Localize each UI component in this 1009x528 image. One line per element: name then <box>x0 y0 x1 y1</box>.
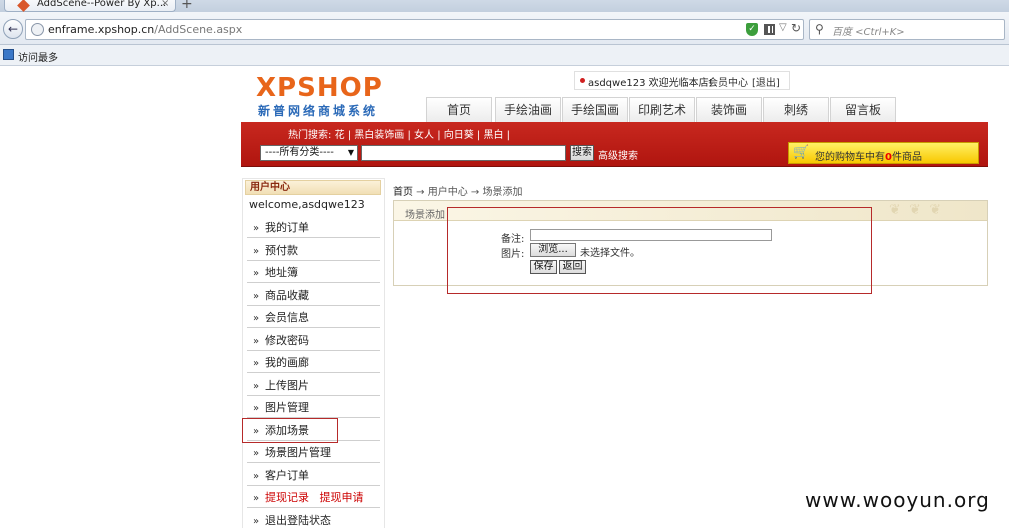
ornament-icon: ❦ ❦ ❦ <box>889 202 944 218</box>
tab-strip: AddScene--Power By Xp... × + <box>0 0 1009 12</box>
site-slogan: 新普网络商城系统 <box>258 104 379 118</box>
dropdown-arrow-icon[interactable]: ▽ <box>779 22 787 33</box>
logout-link[interactable]: [退出] <box>752 74 780 89</box>
site-logo[interactable]: XPSHOP <box>256 73 383 103</box>
sidebar-item-prepayment[interactable]: » 预付款 <box>247 241 380 261</box>
double-chevron-icon: » <box>252 336 260 347</box>
status-dot-icon <box>580 78 585 83</box>
cart-icon: 🛒 <box>793 145 810 160</box>
sidebar-item-gallery[interactable]: » 我的画廊 <box>247 353 380 373</box>
navigation-toolbar: ← enframe.xpshop.cn/AddScene.aspx ✓ ▽ ↻ … <box>0 12 1009 45</box>
sidebar-item-address-book[interactable]: » 地址簿 <box>247 263 380 283</box>
double-chevron-icon: » <box>252 448 260 459</box>
address-bar[interactable]: enframe.xpshop.cn/AddScene.aspx ✓ ▽ ↻ <box>25 19 804 40</box>
close-icon[interactable]: × <box>161 0 169 9</box>
cart-summary[interactable]: 🛒 您的购物车中有0件商品 <box>788 142 979 164</box>
arrow-left-icon: ← <box>7 22 19 36</box>
nav-tab-embroidery[interactable]: 刺绣 <box>763 97 829 122</box>
sidebar-item-change-password[interactable]: » 修改密码 <box>247 331 380 351</box>
nav-tab-home[interactable]: 首页 <box>426 97 492 122</box>
sidebar-item-member-info[interactable]: » 会员信息 <box>247 308 380 328</box>
folder-icon <box>3 49 14 60</box>
browser-tab[interactable]: AddScene--Power By Xp... × <box>4 0 176 12</box>
new-tab-icon[interactable]: + <box>181 0 193 12</box>
sidebar-item-orders[interactable]: » 我的订单 <box>247 218 380 238</box>
user-welcome: asdqwe123 欢迎光临本店! <box>588 78 713 89</box>
sidebar-welcome: welcome,asdqwe123 <box>249 198 365 211</box>
highlight-box-sidebar <box>242 418 338 443</box>
advanced-search-link[interactable]: 高级搜索 <box>598 147 638 162</box>
search-input[interactable] <box>361 145 566 161</box>
search-placeholder: 百度 <Ctrl+K> <box>832 27 905 38</box>
nav-tab-print-art[interactable]: 印刷艺术 <box>629 97 695 122</box>
chevron-down-icon: ▼ <box>347 148 354 157</box>
breadcrumb-home[interactable]: 首页 <box>393 187 413 198</box>
sidebar-item-withdraw: » 提现记录 提现申请 <box>247 488 380 508</box>
globe-icon <box>31 23 44 36</box>
double-chevron-icon: » <box>252 268 260 279</box>
nav-tab-guestbook[interactable]: 留言板 <box>830 97 896 122</box>
bookmarks-bar: 访问最多 <box>0 45 1009 66</box>
hot-search-links[interactable]: 花 | 黑白装饰画 | 女人 | 向日葵 | 黑白 | <box>335 130 510 141</box>
search-icon: ⚲ <box>815 22 824 36</box>
shield-icon[interactable]: ✓ <box>746 23 758 36</box>
double-chevron-icon: » <box>252 493 260 504</box>
breadcrumb: 首页 → 用户中心 → 场景添加 <box>393 187 523 198</box>
back-button[interactable]: ← <box>3 19 23 39</box>
highlight-box-form <box>447 207 872 294</box>
panel-title: 场景添加 <box>405 210 445 221</box>
member-center-link[interactable]: 会员中心 <box>708 74 748 89</box>
search-button[interactable]: 搜索 <box>570 145 594 161</box>
sidebar-item-customer-orders[interactable]: » 客户订单 <box>247 466 380 486</box>
browser-search-box[interactable]: ⚲ 百度 <Ctrl+K> <box>809 19 1005 40</box>
url-text: enframe.xpshop.cn/AddScene.aspx <box>48 23 243 36</box>
cart-text: 您的购物车中有0件商品 <box>815 152 922 163</box>
double-chevron-icon: » <box>252 516 260 527</box>
hot-searches: 热门搜索: 花 | 黑白装饰画 | 女人 | 向日葵 | 黑白 | <box>288 130 511 141</box>
withdraw-records-link[interactable]: 提现记录 <box>265 491 309 504</box>
double-chevron-icon: » <box>252 246 260 257</box>
double-chevron-icon: » <box>252 223 260 234</box>
double-chevron-icon: » <box>252 381 260 392</box>
favicon-icon <box>17 0 30 12</box>
category-select[interactable]: ----所有分类---- ▼ <box>260 145 358 161</box>
nav-tab-chinese-painting[interactable]: 手绘国画 <box>562 97 628 122</box>
double-chevron-icon: » <box>252 403 260 414</box>
qr-code-icon[interactable] <box>764 24 775 35</box>
reload-icon[interactable]: ↻ <box>791 21 801 35</box>
withdraw-apply-link[interactable]: 提现申请 <box>320 491 364 504</box>
tab-title: AddScene--Power By Xp... <box>37 0 167 9</box>
double-chevron-icon: » <box>252 291 260 302</box>
sidebar-item-image-manage[interactable]: » 图片管理 <box>247 398 380 418</box>
search-bar: 热门搜索: 花 | 黑白装饰画 | 女人 | 向日葵 | 黑白 | ----所有… <box>241 122 988 167</box>
sidebar-item-upload-image[interactable]: » 上传图片 <box>247 376 380 396</box>
user-status-bar: asdqwe123 欢迎光临本店! 会员中心 [退出] <box>574 71 790 90</box>
sidebar-item-favorites[interactable]: » 商品收藏 <box>247 286 380 306</box>
double-chevron-icon: » <box>252 313 260 324</box>
bookmark-most-visited[interactable]: 访问最多 <box>18 49 58 64</box>
sidebar-item-logout[interactable]: » 退出登陆状态 <box>247 511 380 528</box>
double-chevron-icon: » <box>252 471 260 482</box>
watermark: www.wooyun.org <box>805 488 990 512</box>
nav-tab-oil-painting[interactable]: 手绘油画 <box>495 97 561 122</box>
sidebar-item-scene-images[interactable]: » 场景图片管理 <box>247 443 380 463</box>
nav-tab-decor[interactable]: 装饰画 <box>696 97 762 122</box>
sidebar-title: 用户中心 <box>245 180 381 195</box>
double-chevron-icon: » <box>252 358 260 369</box>
